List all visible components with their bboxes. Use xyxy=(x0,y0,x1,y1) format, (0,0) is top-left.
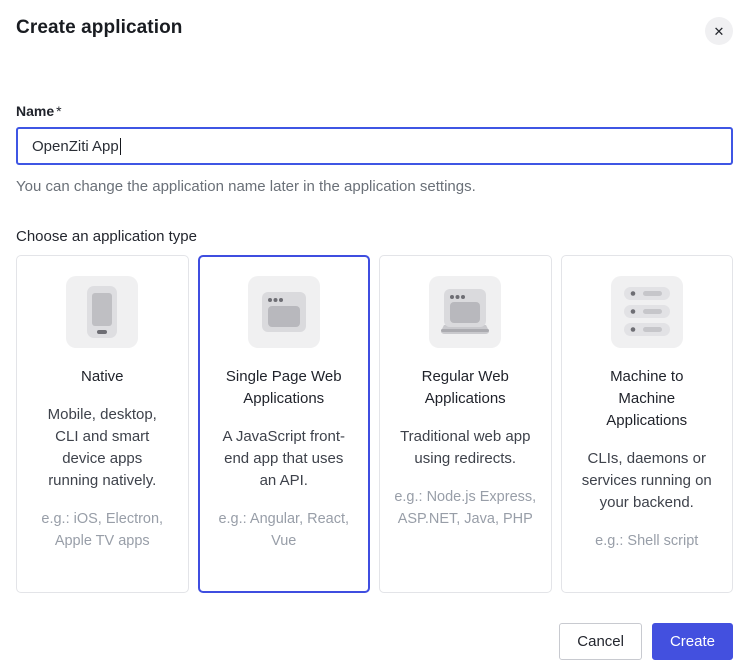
choose-type-label: Choose an application type xyxy=(16,228,733,245)
type-card-native[interactable]: Native Mobile, desktop, CLI and smart de… xyxy=(16,255,189,593)
type-card-description: A JavaScript front-end app that uses an … xyxy=(200,426,369,492)
type-card-example: e.g.: Angular, React, Vue xyxy=(200,508,369,552)
server-list-icon xyxy=(611,276,683,348)
modal-title: Create application xyxy=(16,17,183,39)
desktop-browser-icon xyxy=(429,276,501,348)
application-type-grid: Native Mobile, desktop, CLI and smart de… xyxy=(16,255,733,593)
application-name-value: OpenZiti App xyxy=(32,138,119,155)
modal-footer: Cancel Create xyxy=(16,623,733,660)
type-card-example: e.g.: iOS, Electron, Apple TV apps xyxy=(17,508,188,552)
type-card-title: Machine to Machine Applications xyxy=(562,366,733,432)
name-helper-text: You can change the application name late… xyxy=(16,178,733,195)
text-caret xyxy=(120,138,121,155)
type-card-regular-web[interactable]: Regular Web Applications Traditional web… xyxy=(379,255,552,593)
type-card-description: CLIs, daemons or services running on you… xyxy=(562,448,733,514)
type-card-example: e.g.: Shell script xyxy=(562,530,733,552)
type-card-description: Mobile, desktop, CLI and smart device ap… xyxy=(17,404,188,492)
type-card-title: Single Page Web Applications xyxy=(200,366,369,410)
cancel-button[interactable]: Cancel xyxy=(559,623,642,660)
type-card-title: Native xyxy=(17,366,188,388)
type-card-example: e.g.: Node.js Express, ASP.NET, Java, PH… xyxy=(380,486,551,530)
required-mark: * xyxy=(56,103,61,119)
browser-window-icon xyxy=(248,276,320,348)
type-card-spa[interactable]: Single Page Web Applications A JavaScrip… xyxy=(198,255,371,593)
type-card-m2m[interactable]: Machine to Machine Applications CLIs, da… xyxy=(561,255,734,593)
name-field-label: Name* xyxy=(16,103,733,119)
create-button[interactable]: Create xyxy=(652,623,733,660)
close-icon: ✕ xyxy=(714,25,725,38)
close-button[interactable]: ✕ xyxy=(705,17,733,45)
type-card-title: Regular Web Applications xyxy=(380,366,551,410)
modal-header: Create application ✕ xyxy=(16,0,733,45)
type-card-description: Traditional web app using redirects. xyxy=(380,426,551,470)
mobile-phone-icon xyxy=(66,276,138,348)
application-name-input[interactable]: OpenZiti App xyxy=(16,127,733,165)
create-application-modal: Create application ✕ Name* OpenZiti App … xyxy=(0,0,749,660)
